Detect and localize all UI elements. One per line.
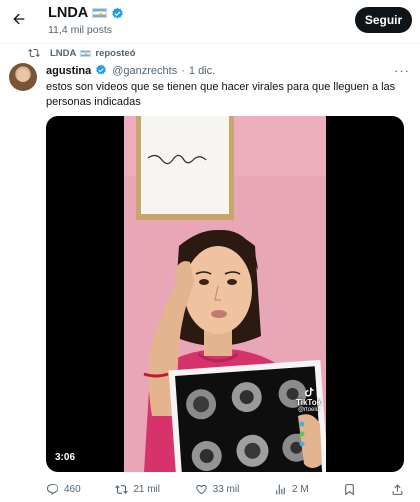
views-count: 2 M [291,483,309,495]
repost-name[interactable]: LNDA [50,48,76,59]
like-count: 33 mil [212,483,240,495]
share-icon [392,483,403,495]
tiktok-watermark: TikTok @rtoelu [296,386,321,413]
avatar[interactable] [9,63,37,91]
tweet-date[interactable]: 1 dic. [189,65,215,77]
tiktok-icon [304,387,314,397]
more-options-button[interactable]: ··· [394,63,410,78]
like-button[interactable]: 33 mil [195,483,240,496]
verified-icon [111,7,124,20]
repost-indicator: LNDA reposteó [24,47,136,59]
repost-action: reposteó [95,47,136,59]
flag-icon [92,8,108,18]
video-player[interactable]: TikTok @rtoelu vivbela 3:06 [46,116,404,472]
views-button[interactable]: 2 M [274,483,309,496]
video-duration: 3:06 [52,451,79,464]
reply-icon [46,483,59,495]
tiktok-label: TikTok [296,398,322,407]
profile-name: LNDA [48,5,124,21]
repost-count: 21 mil [133,483,161,495]
follow-button[interactable]: Seguir [355,7,412,33]
bookmark-button[interactable] [343,483,356,496]
flag-icon [80,49,92,57]
video-frame: TikTok @rtoelu vivbela [124,116,326,472]
profile-name-text: LNDA [48,5,89,21]
like-icon [195,484,207,494]
verified-icon [95,64,108,77]
video-thumbnail [124,116,326,472]
bookmark-icon [345,483,355,495]
profile-header: LNDA 11,4 mil posts Seguir [0,0,420,44]
repost-icon [24,47,40,59]
reply-button[interactable]: 460 [46,483,81,496]
share-button[interactable] [391,483,404,496]
tweet-author-line: agustina @ganzrechts · 1 dic. [46,64,215,77]
video-sign-text: vivbela [144,148,228,163]
more-icon: ··· [394,63,410,78]
separator-dot: · [181,64,185,77]
author-display-name[interactable]: agustina [46,65,91,77]
author-handle[interactable]: @ganzrechts [112,65,177,77]
post-count: 11,4 mil posts [48,24,112,36]
views-icon [276,484,285,494]
back-arrow-icon [13,13,25,25]
reply-count: 460 [64,483,81,495]
repost-button[interactable]: 21 mil [115,483,160,496]
tiktok-handle: @rtoelu [297,407,320,413]
tweet-actions: 460 21 mil 33 mil 2 M [46,480,404,498]
tweet-text: estos son videos que se tienen que hacer… [46,81,396,108]
back-button[interactable] [8,8,30,30]
repost-icon [115,484,129,494]
